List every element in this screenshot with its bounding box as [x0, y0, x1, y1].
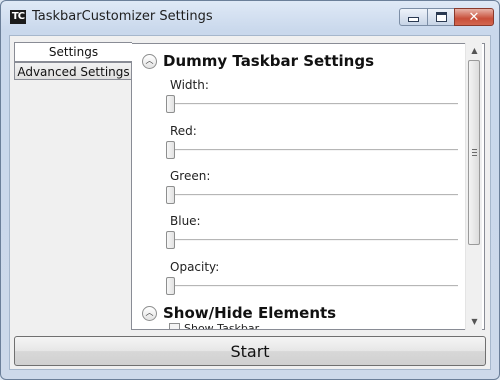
section-title: Show/Hide Elements [163, 304, 337, 322]
red-label: Red: [170, 124, 197, 138]
app-icon: TC [10, 10, 26, 24]
slider-thumb[interactable] [166, 186, 175, 204]
slider-thumb[interactable] [166, 277, 175, 295]
section-header-dummy-taskbar: ︿ Dummy Taskbar Settings [142, 52, 374, 70]
slider-track [166, 149, 458, 151]
blue-label: Blue: [170, 214, 201, 228]
slider-track [166, 285, 458, 287]
window-title: TaskbarCustomizer Settings [32, 9, 213, 24]
app-window: TC TaskbarCustomizer Settings ✕ Settings… [0, 0, 500, 380]
maximize-icon [435, 12, 447, 22]
slider-track [166, 194, 458, 196]
tab-advanced-settings[interactable]: Advanced Settings [14, 62, 132, 80]
slider-thumb[interactable] [166, 141, 175, 159]
show-taskbar-checkbox[interactable] [169, 323, 180, 329]
opacity-slider[interactable] [166, 277, 458, 295]
client-area: Settings Advanced Settings ︿ Dummy Taskb… [9, 35, 491, 370]
close-icon: ✕ [468, 9, 480, 25]
chevron-up-icon[interactable]: ︿ [142, 305, 157, 321]
maximize-button[interactable] [427, 8, 455, 26]
section-title: Dummy Taskbar Settings [163, 52, 374, 70]
title-bar[interactable]: TC TaskbarCustomizer Settings ✕ [1, 1, 499, 33]
width-label: Width: [170, 78, 209, 92]
section-header-show-hide: ︿ Show/Hide Elements [142, 304, 336, 322]
scroll-up-icon[interactable]: ▲ [466, 44, 483, 58]
slider-track [166, 239, 458, 241]
settings-panel: ︿ Dummy Taskbar Settings Width: Red: Gre… [131, 43, 485, 330]
chevron-up-icon[interactable]: ︿ [142, 53, 157, 69]
blue-slider[interactable] [166, 231, 458, 249]
vertical-scrollbar[interactable]: ▲ ▼ [465, 43, 482, 330]
green-label: Green: [170, 169, 211, 183]
scroll-down-icon[interactable]: ▼ [466, 315, 483, 329]
minimize-button[interactable] [399, 8, 428, 26]
green-slider[interactable] [166, 186, 458, 204]
slider-thumb[interactable] [166, 95, 175, 113]
width-slider[interactable] [166, 95, 458, 113]
show-taskbar-label: Show Taskbar [184, 322, 260, 330]
slider-track [166, 103, 458, 105]
opacity-label: Opacity: [170, 260, 220, 274]
slider-thumb[interactable] [166, 231, 175, 249]
scrollbar-thumb[interactable] [468, 60, 480, 245]
minimize-icon [408, 16, 419, 22]
red-slider[interactable] [166, 141, 458, 159]
start-button[interactable]: Start [14, 336, 486, 366]
close-button[interactable]: ✕ [454, 8, 494, 26]
tab-settings[interactable]: Settings [14, 42, 132, 62]
